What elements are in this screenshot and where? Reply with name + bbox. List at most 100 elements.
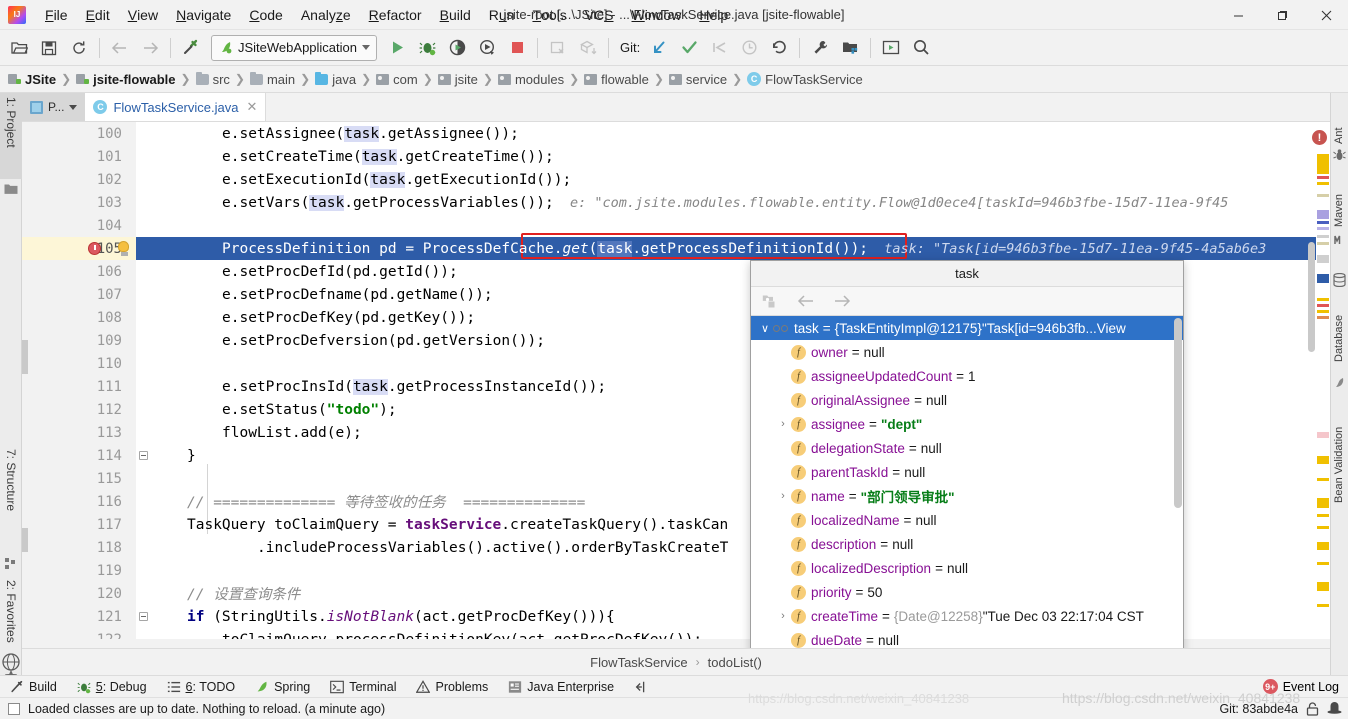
nav-class[interactable]: FlowTaskService — [590, 655, 688, 670]
code-line[interactable]: 100 e.setAssignee(task.getAssignee()); — [22, 122, 1330, 145]
code-fold-marker[interactable] — [139, 451, 148, 460]
profiler-icon[interactable] — [473, 34, 501, 62]
code-line[interactable]: 101 e.setCreateTime(task.getCreateTime())… — [22, 145, 1330, 168]
code-fold-marker[interactable] — [139, 612, 148, 621]
menu-analyze[interactable]: Analy z e — [292, 0, 360, 29]
code-line[interactable]: 103 e.setVars(task.getProcessVariables())… — [22, 191, 1330, 214]
git-branch-label[interactable]: Git: 83abde4a — [1219, 702, 1298, 716]
menu-file[interactable]: File — [36, 0, 77, 29]
minimize-button[interactable] — [1216, 0, 1260, 30]
variable-row[interactable]: f parentTaskId = null — [751, 460, 1183, 484]
project-tool-tab[interactable]: P... — [22, 93, 86, 121]
sidebar-item-structure[interactable]: 7: Structure — [0, 445, 22, 555]
code-line[interactable]: 102 e.setExecutionId(task.getExecutionId(… — [22, 168, 1330, 191]
sync-icon[interactable] — [65, 34, 93, 62]
expand-chevron-icon[interactable]: › — [775, 418, 791, 430]
update-project-icon[interactable] — [544, 34, 572, 62]
tool-button-debug[interactable]: 5: Debug — [67, 676, 157, 697]
close-button[interactable] — [1304, 0, 1348, 30]
git-history-icon[interactable] — [735, 34, 763, 62]
presentation-icon[interactable] — [877, 34, 905, 62]
tool-button-build[interactable]: Build — [0, 676, 67, 697]
open-folder-icon[interactable] — [5, 34, 33, 62]
run-icon[interactable] — [383, 34, 411, 62]
breadcrumb-item-flowtaskservice[interactable]: C FlowTaskService — [747, 72, 863, 87]
back-icon[interactable] — [106, 34, 134, 62]
menu-help[interactable]: Help — [690, 0, 737, 29]
variable-row[interactable]: f description = null — [751, 532, 1183, 556]
breadcrumb-item-java[interactable]: java — [315, 71, 356, 87]
save-all-icon[interactable] — [35, 34, 63, 62]
sidebar-item-maven[interactable]: Maven — [1330, 168, 1348, 230]
breadcrumb-item-flowable[interactable]: flowable — [584, 72, 649, 87]
tool-button-problems[interactable]: Problems — [406, 676, 498, 697]
nav-method[interactable]: todoList() — [708, 655, 762, 670]
variable-row[interactable]: › f assignee = "dept" — [751, 412, 1183, 436]
tool-button-spring[interactable]: Spring — [245, 676, 320, 697]
breadcrumb-item-jsite-flowable[interactable]: jsite-flowable — [76, 72, 176, 87]
breadcrumb-item-com[interactable]: com — [376, 72, 418, 87]
breadcrumb-item-src[interactable]: src — [195, 71, 230, 87]
editor-vertical-scrollbar[interactable] — [1307, 122, 1316, 639]
sidebar-item-database[interactable]: Database — [1330, 293, 1348, 365]
build-hammer-icon[interactable] — [177, 34, 205, 62]
sidebar-item-project[interactable]: 1: Project — [0, 93, 22, 179]
forward-icon[interactable] — [136, 34, 164, 62]
menu-run[interactable]: Run — [480, 0, 524, 29]
variable-row[interactable]: f owner = null — [751, 340, 1183, 364]
tool-button-todo[interactable]: 6: TODO — [157, 676, 246, 697]
inspector-hat-icon[interactable] — [1327, 702, 1342, 715]
search-everywhere-icon[interactable] — [907, 34, 935, 62]
expand-chevron-icon[interactable]: › — [775, 490, 791, 502]
back-arrow-icon[interactable] — [795, 290, 817, 312]
breakpoint-icon[interactable] — [88, 242, 101, 255]
scrollbar-thumb[interactable] — [1308, 242, 1315, 352]
view-value-link[interactable]: View — [1097, 321, 1126, 336]
expand-chevron-icon[interactable]: ∨ — [757, 322, 773, 335]
git-push-icon[interactable] — [705, 34, 733, 62]
tool-button-java-enterprise[interactable]: Java Enterprise — [498, 676, 624, 697]
close-icon[interactable]: ✕ — [246, 99, 257, 115]
forward-arrow-icon[interactable] — [831, 290, 853, 312]
git-commit-icon[interactable] — [675, 34, 703, 62]
menu-view[interactable]: View — [119, 0, 167, 29]
menu-tools[interactable]: Tools — [523, 0, 575, 29]
code-line[interactable]: 104 — [22, 214, 1330, 237]
menu-code[interactable]: Code — [240, 0, 291, 29]
maximize-button[interactable] — [1260, 0, 1304, 30]
variable-row-selected[interactable]: ∨ task = {TaskEntityImpl@12175} "Task[id=94… — [751, 316, 1183, 340]
breadcrumb-item-jsite-pkg[interactable]: jsite — [437, 72, 478, 87]
variable-row[interactable]: f localizedDescription = null — [751, 556, 1183, 580]
git-rollback-icon[interactable] — [765, 34, 793, 62]
menu-window[interactable]: Window — [623, 0, 691, 29]
variable-row[interactable]: › f createTime = {Date@12258} "Tue Dec 03 22… — [751, 604, 1183, 628]
project-structure-icon[interactable] — [836, 34, 864, 62]
breadcrumb-item-jsite[interactable]: JSite — [8, 72, 56, 87]
run-coverage-icon[interactable] — [443, 34, 471, 62]
reload-checkbox[interactable] — [8, 702, 20, 715]
variable-row[interactable]: f priority = 50 — [751, 580, 1183, 604]
menu-build[interactable]: Build — [431, 0, 480, 29]
run-configuration-selector[interactable]: JSiteWebApplication — [211, 34, 377, 61]
menu-navigate[interactable]: Navigate — [167, 0, 240, 29]
code-line[interactable]: 105 ProcessDefinition pd = ProcessDefCach… — [22, 237, 1330, 260]
settings-wrench-icon[interactable] — [806, 34, 834, 62]
variable-row[interactable]: f originalAssignee = null — [751, 388, 1183, 412]
menu-refactor[interactable]: Refactor — [360, 0, 431, 29]
evaluate-expression-icon[interactable] — [759, 290, 781, 312]
variable-row[interactable]: f localizedName = null — [751, 508, 1183, 532]
tool-button-terminal[interactable]: Terminal — [320, 676, 406, 697]
tool-button-hide-all[interactable] — [624, 676, 658, 697]
export-icon[interactable] — [574, 34, 602, 62]
breadcrumb-item-service[interactable]: service — [668, 72, 727, 87]
breadcrumb-item-modules[interactable]: modules — [497, 72, 564, 87]
expand-chevron-icon[interactable]: › — [775, 610, 791, 622]
intention-bulb-icon[interactable] — [118, 241, 129, 256]
breadcrumb-item-main[interactable]: main — [249, 71, 295, 87]
sidebar-item-ant[interactable]: Ant — [1330, 97, 1348, 147]
debug-icon[interactable] — [413, 34, 441, 62]
menu-edit[interactable]: Edit — [77, 0, 119, 29]
variable-row[interactable]: f delegationState = null — [751, 436, 1183, 460]
menu-vcs[interactable]: VC S — [576, 0, 623, 29]
lock-icon[interactable] — [1306, 701, 1319, 716]
